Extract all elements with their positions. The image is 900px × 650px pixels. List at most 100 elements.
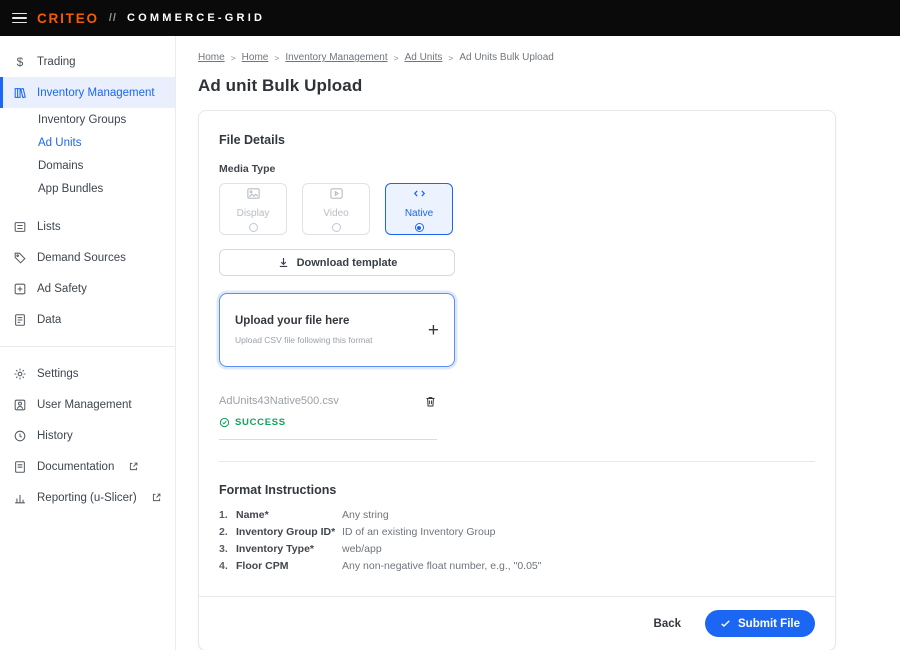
sidebar-item-domains[interactable]: Domains — [0, 154, 175, 177]
sidebar-spacer — [0, 200, 175, 211]
sidebar-item-documentation[interactable]: Documentation — [0, 451, 175, 482]
radio-display[interactable] — [249, 223, 258, 232]
breadcrumb-inventory-management[interactable]: Inventory Management — [285, 52, 387, 63]
sidebar-item-user-management[interactable]: User Management — [0, 389, 175, 420]
sidebar-item-label: Ad Safety — [37, 283, 87, 295]
status-badge: SUCCESS — [235, 417, 286, 428]
sidebar-subitem-label: Ad Units — [38, 137, 81, 149]
breadcrumb-current: Ad Units Bulk Upload — [459, 52, 554, 63]
brand-separator: // — [109, 12, 117, 24]
download-template-button[interactable]: Download template — [219, 249, 455, 276]
app-window: CRITEO // COMMERCE-GRID $ Trading Invent… — [0, 0, 900, 650]
instruction-number: 3. — [219, 543, 236, 555]
instruction-description: web/app — [342, 543, 382, 555]
upload-status: SUCCESS — [219, 417, 437, 428]
external-link-icon — [128, 461, 139, 472]
breadcrumb-home[interactable]: Home — [198, 52, 225, 63]
criteo-logo: CRITEO — [37, 11, 99, 26]
instruction-description: ID of an existing Inventory Group — [342, 526, 496, 538]
sidebar-item-label: User Management — [37, 399, 132, 411]
sidebar-item-ad-units[interactable]: Ad Units — [0, 131, 175, 154]
media-option-label: Video — [323, 208, 348, 219]
media-option-native[interactable]: Native — [385, 183, 453, 235]
sidebar-item-label: Demand Sources — [37, 252, 126, 264]
media-option-display[interactable]: Display — [219, 183, 287, 235]
format-instructions-heading: Format Instructions — [219, 483, 815, 497]
page-title: Ad unit Bulk Upload — [198, 76, 900, 96]
sidebar: $ Trading Inventory Management Inventory… — [0, 36, 176, 650]
card-footer: Back Submit File — [199, 596, 835, 650]
user-icon — [12, 397, 28, 413]
instruction-field: Name* — [236, 509, 342, 521]
instruction-number: 4. — [219, 560, 236, 572]
instruction-description: Any string — [342, 509, 389, 521]
code-brackets-icon — [412, 186, 427, 206]
media-type-options: Display Video — [219, 183, 815, 235]
uploaded-file-name: AdUnits43Native500.csv — [219, 395, 339, 407]
dropzone-title: Upload your file here — [235, 315, 372, 327]
main-content: Home > Home > Inventory Management > Ad … — [176, 36, 900, 650]
sidebar-item-inventory-management[interactable]: Inventory Management — [0, 77, 175, 108]
sidebar-subitem-label: Domains — [38, 160, 83, 172]
sidebar-item-ad-safety[interactable]: Ad Safety — [0, 273, 175, 304]
sidebar-item-label: Trading — [37, 56, 76, 68]
sidebar-item-trading[interactable]: $ Trading — [0, 46, 175, 77]
inventory-icon — [12, 85, 28, 101]
topbar: CRITEO // COMMERCE-GRID — [0, 0, 900, 36]
gear-icon — [12, 366, 28, 382]
product-name: COMMERCE-GRID — [127, 12, 265, 24]
sidebar-item-history[interactable]: History — [0, 420, 175, 451]
external-link-icon — [151, 492, 162, 503]
format-instructions-list: 1. Name* Any string 2. Inventory Group I… — [219, 509, 815, 572]
trash-icon — [424, 395, 437, 408]
clock-icon — [12, 428, 28, 444]
breadcrumb-separator: > — [274, 53, 279, 63]
sidebar-item-lists[interactable]: Lists — [0, 211, 175, 242]
document-lines-icon — [12, 312, 28, 328]
list-icon — [12, 219, 28, 235]
sidebar-divider — [0, 346, 175, 347]
file-upload-dropzone[interactable]: Upload your file here Upload CSV file fo… — [219, 293, 455, 367]
delete-file-button[interactable] — [424, 395, 437, 408]
video-icon — [329, 186, 344, 206]
media-option-video[interactable]: Video — [302, 183, 370, 235]
format-instruction-row: 4. Floor CPM Any non-negative float numb… — [219, 560, 815, 572]
download-icon — [277, 256, 290, 269]
dropzone-subtitle: Upload CSV file following this format — [235, 335, 372, 345]
instruction-field: Floor CPM — [236, 560, 342, 572]
instruction-number: 2. — [219, 526, 236, 538]
media-type-label: Media Type — [219, 163, 815, 175]
uploaded-file-item: AdUnits43Native500.csv SUCCESS — [219, 395, 437, 440]
sidebar-item-reporting[interactable]: Reporting (u-Slicer) — [0, 482, 175, 513]
hamburger-menu-icon[interactable] — [12, 13, 27, 24]
check-icon — [720, 618, 731, 629]
sidebar-item-label: History — [37, 430, 73, 442]
content-divider — [219, 461, 815, 462]
media-option-label: Native — [405, 208, 433, 219]
back-button[interactable]: Back — [654, 618, 682, 630]
sidebar-subitem-label: App Bundles — [38, 183, 103, 195]
radio-native[interactable] — [415, 223, 424, 232]
submit-file-button[interactable]: Submit File — [705, 610, 815, 637]
plus-square-icon — [12, 281, 28, 297]
breadcrumb-home-2[interactable]: Home — [242, 52, 269, 63]
sidebar-item-inventory-groups[interactable]: Inventory Groups — [0, 108, 175, 131]
plus-icon: + — [428, 321, 439, 340]
sidebar-item-app-bundles[interactable]: App Bundles — [0, 177, 175, 200]
check-circle-icon — [219, 417, 230, 428]
tag-icon — [12, 250, 28, 266]
sidebar-item-label: Settings — [37, 368, 79, 380]
breadcrumb-ad-units[interactable]: Ad Units — [405, 52, 443, 63]
dollar-icon: $ — [12, 54, 28, 70]
sidebar-item-settings[interactable]: Settings — [0, 358, 175, 389]
breadcrumb-separator: > — [231, 53, 236, 63]
submit-file-label: Submit File — [738, 618, 800, 630]
instruction-field: Inventory Group ID* — [236, 526, 342, 538]
sidebar-item-demand-sources[interactable]: Demand Sources — [0, 242, 175, 273]
radio-video[interactable] — [332, 223, 341, 232]
media-option-label: Display — [237, 208, 270, 219]
sidebar-item-data[interactable]: Data — [0, 304, 175, 335]
file-details-heading: File Details — [219, 133, 815, 147]
breadcrumb: Home > Home > Inventory Management > Ad … — [198, 52, 900, 63]
sidebar-item-label: Documentation — [37, 461, 114, 473]
